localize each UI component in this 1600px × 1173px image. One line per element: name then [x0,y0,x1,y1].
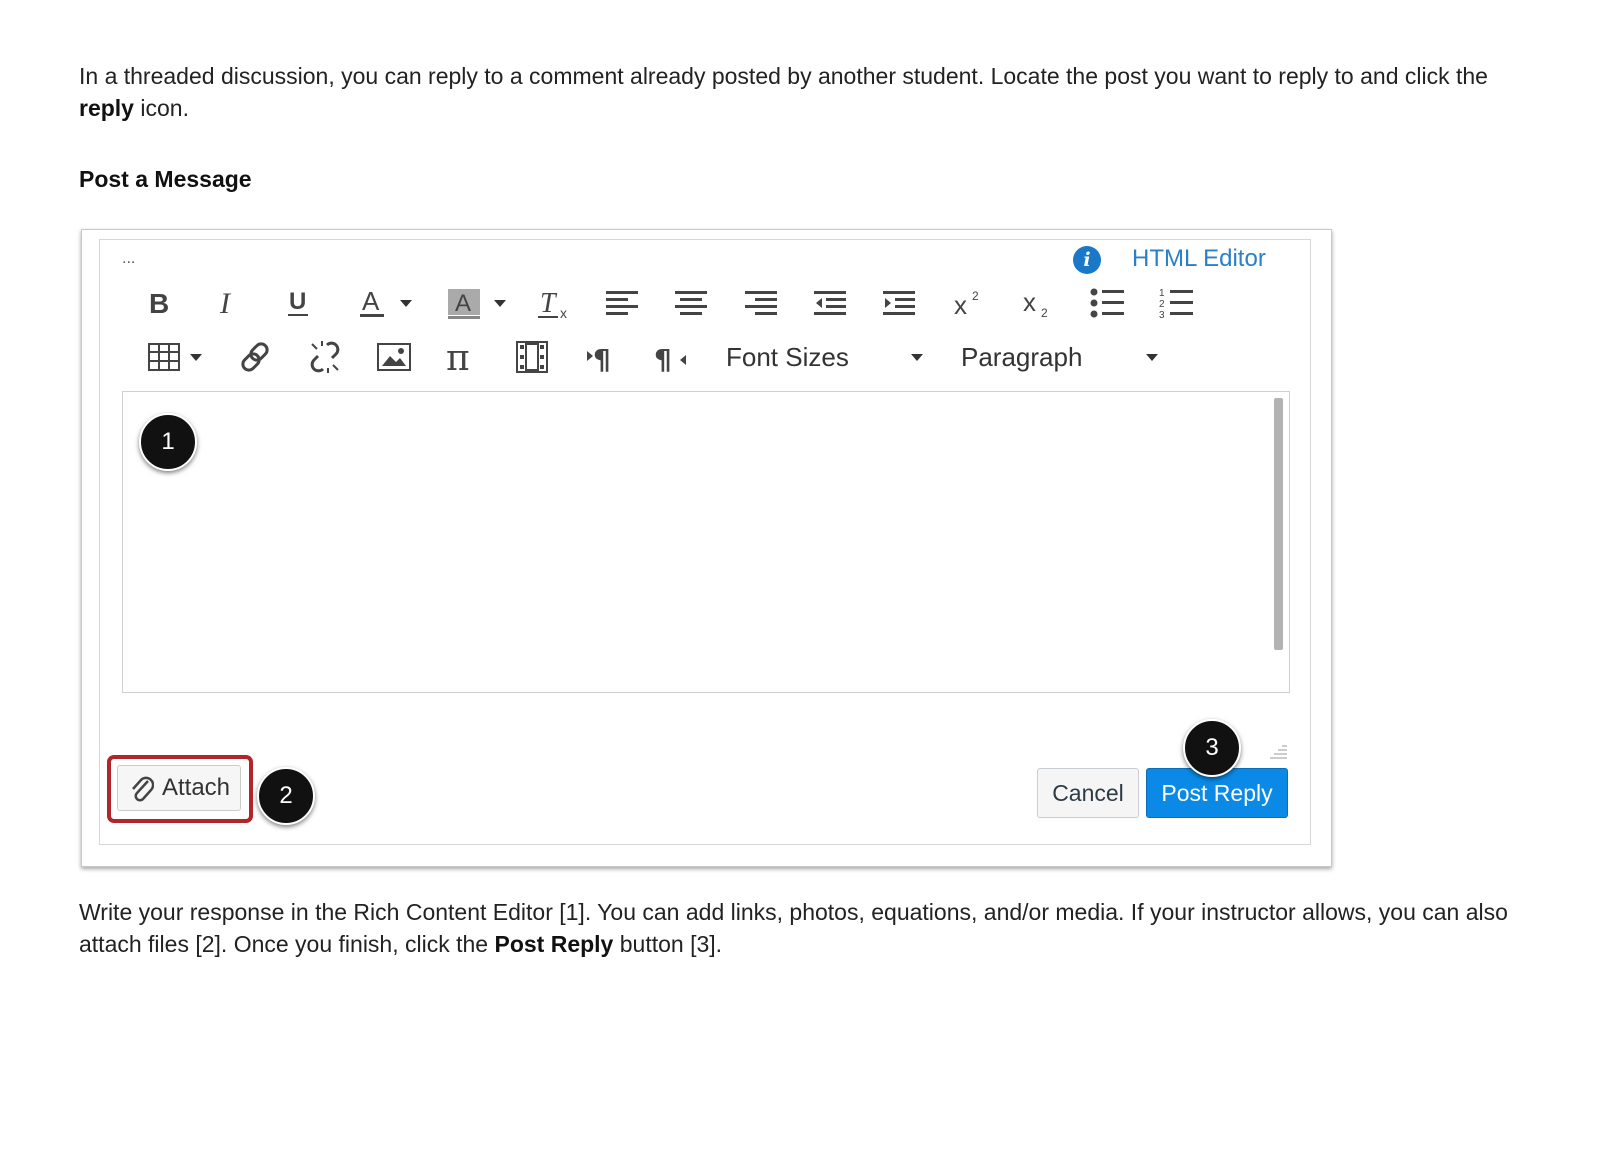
svg-text:T: T [540,288,558,319]
link-icon[interactable] [238,339,274,375]
align-right-icon[interactable] [743,285,779,321]
svg-text:π: π [446,340,470,374]
background-color-icon[interactable]: A [442,285,512,321]
svg-text:1: 1 [1159,288,1165,299]
intro-paragraph: In a threaded discussion, you can reply … [79,60,1539,124]
svg-text:B: B [149,288,169,318]
callout-3: 3 [1183,719,1241,777]
svg-text:A: A [362,287,380,316]
paragraph-label: Paragraph [961,342,1083,372]
align-center-icon[interactable] [673,285,709,321]
image-icon[interactable] [376,339,412,375]
svg-text:x: x [1023,287,1036,317]
indent-icon[interactable] [881,285,917,321]
ltr-icon[interactable]: ¶ [584,339,620,375]
resize-handle-icon[interactable] [1266,743,1288,766]
bold-icon[interactable]: B [140,285,176,321]
text-color-icon[interactable]: A [350,285,420,321]
svg-text:U: U [289,288,306,315]
svg-text:x: x [560,305,567,320]
chevron-down-icon [400,299,412,307]
section-heading: Post a Message [79,166,252,192]
cancel-button[interactable]: Cancel [1037,768,1139,818]
content-editable-area[interactable] [122,391,1290,693]
intro-text: In a threaded discussion, you can reply … [79,63,1488,89]
clear-formatting-icon[interactable]: Tx [534,285,574,321]
outro-text: Write your response in the Rich Content … [79,899,1508,957]
align-left-icon[interactable] [604,285,640,321]
font-sizes-dropdown[interactable]: Font Sizes [726,339,923,375]
table-icon[interactable] [144,339,206,375]
paperclip-icon [132,776,154,802]
outdent-icon[interactable] [812,285,848,321]
rtl-icon[interactable]: ¶ [653,339,689,375]
outro-bold-post-reply: Post Reply [494,931,614,957]
paragraph-dropdown[interactable]: Paragraph [961,339,1158,375]
media-icon[interactable] [514,339,550,375]
numbered-list-icon[interactable]: 123 [1158,285,1194,321]
svg-text:3: 3 [1159,310,1165,319]
info-icon[interactable]: i [1073,246,1101,274]
font-sizes-label: Font Sizes [726,342,849,372]
intro-text-end: icon. [133,95,189,121]
html-editor-link[interactable]: HTML Editor [1132,245,1266,273]
outro-paragraph: Write your response in the Rich Content … [79,896,1539,960]
callout-1: 1 [139,413,197,471]
svg-text:¶: ¶ [654,343,672,373]
bullet-list-icon[interactable] [1089,285,1125,321]
attach-highlight: Attach [107,755,253,823]
underline-icon[interactable]: U [280,285,316,321]
intro-bold-reply: reply [79,95,134,121]
svg-text:x: x [954,290,967,318]
callout-2: 2 [257,767,315,825]
chevron-down-icon [190,353,202,361]
italic-icon[interactable]: I [210,285,246,321]
chevron-down-icon [1146,354,1158,361]
chevron-down-icon [494,299,506,307]
svg-text:I: I [219,288,232,318]
equation-icon[interactable]: π [445,339,481,375]
superscript-icon[interactable]: x2 [951,285,987,321]
svg-text:2: 2 [1159,299,1165,310]
more-options-dots[interactable]: ... [122,250,135,268]
svg-text:2: 2 [1041,306,1048,319]
subscript-icon[interactable]: x2 [1020,285,1056,321]
editor-screenshot: ... i HTML Editor B I U A A Tx x 2 x 2 1… [81,229,1332,867]
chevron-down-icon [911,354,923,361]
rich-content-editor: ... i HTML Editor B I U A A Tx x 2 x 2 1… [99,239,1311,845]
svg-text:¶: ¶ [593,343,611,373]
svg-text:2: 2 [972,289,979,303]
attach-button[interactable]: Attach [117,765,241,811]
outro-text-end: button [3]. [613,931,723,957]
unlink-icon[interactable] [307,339,343,375]
attach-label: Attach [161,774,231,801]
scrollbar[interactable] [1274,398,1283,650]
svg-text:A: A [455,290,471,317]
